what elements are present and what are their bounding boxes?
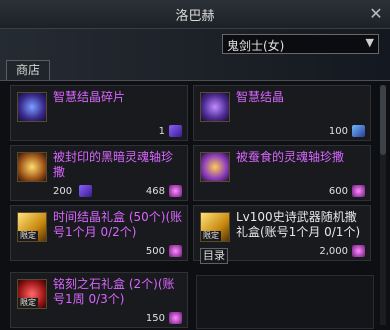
inscription-stone-box-icon: 限定 <box>17 279 47 309</box>
limited-tag: 限定 <box>18 231 38 241</box>
shop-item-wisdom-crystal[interactable]: 智慧结晶 100 <box>193 85 371 141</box>
shop-item-sealed-dark-soul[interactable]: 被封印的黑暗灵魂轴珍撒 200 468 <box>10 145 188 201</box>
class-select-value: 鬼剑士(女) <box>227 39 285 53</box>
item-name: 铭刻之石礼盒 (2个)(账号1周 0/3个) <box>53 277 175 306</box>
title-bar: 洛巴赫 ✕ <box>0 0 390 29</box>
item-name: Lv100史诗武器随机撒礼盒(账号1个月 0/1个) <box>236 210 361 239</box>
time-crystal-box-icon: 限定 <box>17 212 47 242</box>
currency-icon <box>79 185 92 197</box>
class-select[interactable]: 鬼剑士(女) ▼ <box>222 34 379 54</box>
currency-icon <box>352 245 365 257</box>
item-name: 时间结晶礼盒 (50个)(账号1个月 0/2个) <box>53 210 183 239</box>
item-name: 被蚕食的灵魂轴珍撒 <box>236 150 345 164</box>
item-name: 智慧结晶 <box>236 90 285 104</box>
tab-shop[interactable]: 商店 <box>6 60 50 80</box>
scrollbar-thumb[interactable] <box>380 85 386 155</box>
item-price-a: 200 <box>53 186 73 197</box>
window-title: 洛巴赫 <box>175 9 215 24</box>
item-price: 100 <box>328 126 348 137</box>
item-price: 1 <box>158 126 165 137</box>
epic-weapon-box-icon: 限定 <box>200 212 230 242</box>
item-name: 智慧结晶碎片 <box>53 90 126 104</box>
shop-item-time-crystal-box[interactable]: 限定 时间结晶礼盒 (50个)(账号1个月 0/2个) 500 <box>10 205 188 261</box>
catalog-button[interactable]: 目录 <box>200 248 228 264</box>
wisdom-crystal-icon <box>200 92 230 122</box>
item-price: 500 <box>145 246 165 257</box>
currency-icon <box>169 185 182 197</box>
item-price: 150 <box>145 313 165 324</box>
currency-icon <box>352 125 365 137</box>
shop-item-wisdom-crystal-shard[interactable]: 智慧结晶碎片 1 <box>10 85 188 141</box>
limited-tag: 限定 <box>201 231 221 241</box>
eroded-soul-icon <box>200 152 230 182</box>
currency-icon <box>169 125 182 137</box>
close-button[interactable]: ✕ <box>366 4 386 24</box>
wisdom-crystal-shard-icon <box>17 92 47 122</box>
item-price: 600 <box>328 186 348 197</box>
item-price: 2,000 <box>319 246 348 257</box>
currency-icon <box>169 245 182 257</box>
shop-item-inscription-stone-box[interactable]: 限定 铭刻之石礼盒 (2个)(账号1周 0/3个) 150 <box>10 272 188 328</box>
currency-icon <box>352 185 365 197</box>
chevron-down-icon: ▼ <box>365 36 374 49</box>
shop-item-eroded-soul[interactable]: 被蚕食的灵魂轴珍撒 600 <box>193 145 371 201</box>
item-price-b: 468 <box>145 186 165 197</box>
currency-icon <box>169 312 182 324</box>
empty-shop-slot <box>196 275 374 329</box>
limited-tag: 限定 <box>18 298 38 308</box>
sealed-dark-soul-icon <box>17 152 47 182</box>
item-name: 被封印的黑暗灵魂轴珍撒 <box>53 150 174 179</box>
